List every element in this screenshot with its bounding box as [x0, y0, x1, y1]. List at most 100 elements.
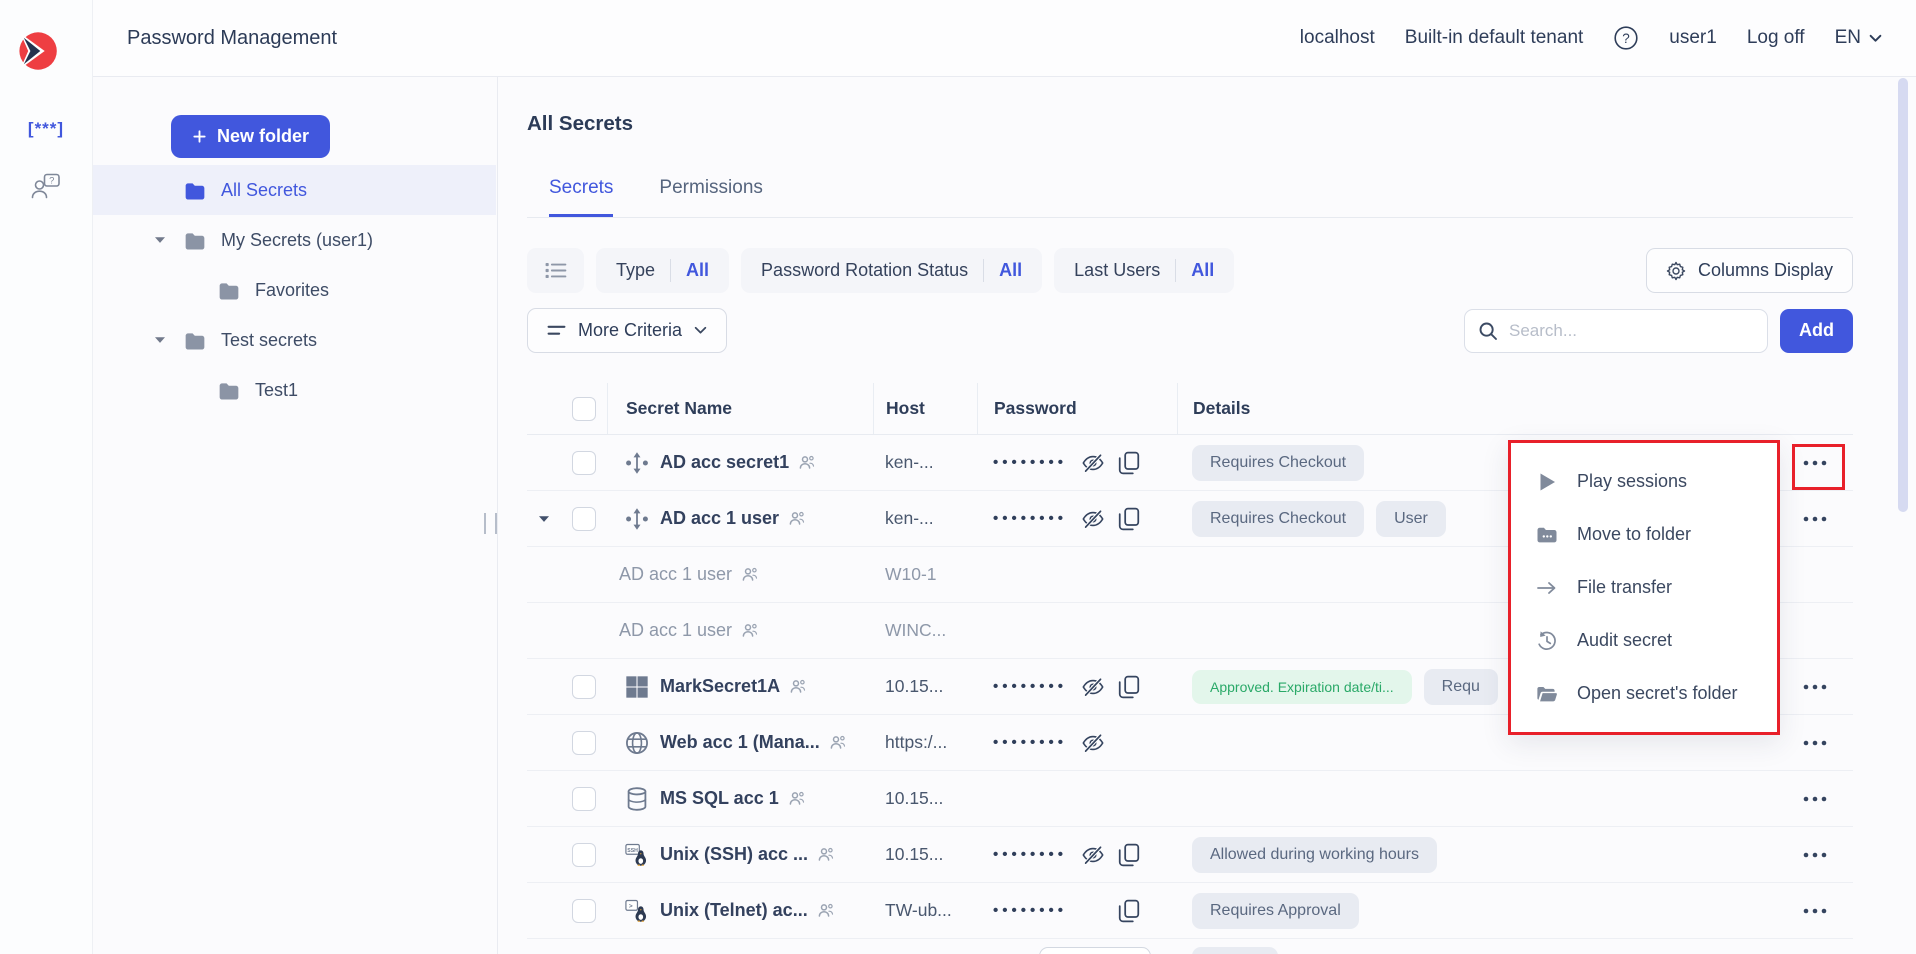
secret-name-cell: AD acc 1 user [607, 620, 873, 641]
add-button[interactable]: Add [1780, 309, 1853, 353]
password-management-app: [***]? Password Management localhost Bui… [0, 0, 1916, 954]
column-header-password[interactable]: Password [977, 383, 1177, 434]
row-checkbox[interactable] [572, 787, 596, 811]
row-checkbox[interactable] [572, 899, 596, 923]
row-actions-button[interactable] [1793, 835, 1837, 875]
table-row-ms-sql-acc-1[interactable]: MS SQL acc 110.15... [527, 771, 1853, 827]
search-input[interactable] [1464, 309, 1768, 353]
actions-cell [1765, 779, 1853, 819]
detail-chip: Approved. Expiration date/ti... [1192, 670, 1412, 704]
select-all-checkbox[interactable] [572, 397, 596, 421]
copy-password-icon[interactable] [1117, 674, 1143, 700]
context-menu-label: Open secret's folder [1577, 683, 1738, 704]
folder-icon [184, 330, 208, 350]
table-row-unix-telnet-ac[interactable]: >Unix (Telnet) ac...TW-ub...••••••••Requ… [527, 883, 1853, 939]
new-folder-label: New folder [217, 126, 309, 147]
username-label[interactable]: user1 [1669, 27, 1717, 49]
secret-name: Web acc 1 (Mana... [660, 732, 820, 753]
row-checkbox[interactable] [572, 507, 596, 531]
password-management-icon[interactable]: [***] [24, 112, 68, 146]
columns-display-button[interactable]: Columns Display [1646, 248, 1853, 293]
vertical-scrollbar[interactable] [1898, 78, 1908, 512]
tab-permissions[interactable]: Permissions [659, 162, 762, 217]
reveal-password-icon[interactable] [1081, 730, 1107, 756]
list-icon [544, 261, 567, 280]
copy-password-icon[interactable] [1117, 450, 1143, 476]
copy-password-icon[interactable] [1117, 898, 1143, 924]
password-cell: •••••••• [977, 898, 1177, 924]
ad-secret-icon [625, 451, 649, 475]
language-selector[interactable]: EN [1835, 27, 1882, 49]
detail-chip: User [1376, 501, 1446, 537]
row-checkbox[interactable] [572, 451, 596, 475]
user-help-icon[interactable]: ? [24, 170, 68, 204]
page-title: All Secrets [527, 112, 633, 136]
secret-name: Unix (SSH) acc ... [660, 844, 808, 865]
left-rail: [***]? [0, 0, 93, 954]
filter-type[interactable]: TypeAll [596, 248, 729, 293]
column-header-secret-name[interactable]: Secret Name [607, 383, 873, 434]
open-folder-icon [1535, 682, 1559, 706]
caret-down-icon[interactable] [154, 236, 184, 244]
sidebar-resize-handle[interactable] [484, 513, 497, 534]
context-menu-item-audit-secret[interactable]: Audit secret [1511, 614, 1777, 667]
filter-last-users[interactable]: Last UsersAll [1054, 248, 1234, 293]
row-actions-button[interactable] [1793, 723, 1837, 763]
new-folder-button[interactable]: New folder [171, 115, 330, 158]
secret-name: MarkSecret1A [660, 676, 780, 697]
row-actions-button[interactable] [1793, 499, 1837, 539]
audit-icon [1535, 629, 1559, 653]
sidebar-folder-test1[interactable]: Test1 [92, 365, 496, 415]
copy-password-icon[interactable] [1117, 506, 1143, 532]
more-criteria-button[interactable]: More Criteria [527, 308, 727, 353]
password-mask: •••••••• [993, 510, 1067, 527]
context-menu-item-file-transfer[interactable]: File transfer [1511, 561, 1777, 614]
app-logo-icon[interactable] [15, 29, 59, 73]
help-icon[interactable]: ? [1613, 25, 1639, 51]
filter-password-rotation-status[interactable]: Password Rotation StatusAll [741, 248, 1042, 293]
row-actions-button[interactable] [1793, 891, 1837, 931]
sidebar-folder-favorites[interactable]: Favorites [92, 265, 496, 315]
column-header-host[interactable]: Host [873, 383, 977, 434]
column-header-details[interactable]: Details [1177, 383, 1765, 434]
context-menu-item-open-secret-s-folder[interactable]: Open secret's folder [1511, 667, 1777, 720]
detail-chip: Requires Checkout [1192, 445, 1364, 481]
caret-down-icon[interactable] [154, 336, 184, 344]
folder-label: Test1 [255, 380, 298, 401]
filter-label: Type [616, 260, 655, 281]
sidebar-folder-test-secrets[interactable]: Test secrets [92, 315, 496, 365]
host-cell: W10-1 [873, 564, 977, 585]
secret-name: AD acc secret1 [660, 452, 789, 473]
row-checkbox[interactable] [572, 675, 596, 699]
database-icon [625, 787, 649, 811]
tab-secrets[interactable]: Secrets [549, 162, 613, 217]
table-row-unix-ssh-acc[interactable]: SSHUnix (SSH) acc ...10.15...••••••••All… [527, 827, 1853, 883]
svg-text:>: > [629, 903, 633, 910]
host-cell: WINC... [873, 620, 977, 641]
row-actions-button[interactable] [1793, 667, 1837, 707]
copy-password-icon[interactable] [1117, 842, 1143, 868]
row-checkbox[interactable] [572, 843, 596, 867]
row-caret-down-icon[interactable] [527, 515, 561, 523]
reveal-password-icon[interactable] [1081, 506, 1107, 532]
folder-icon [218, 380, 242, 400]
sidebar-folder-my-secrets-user1[interactable]: My Secrets (user1) [92, 215, 496, 265]
row-checkbox[interactable] [572, 731, 596, 755]
row-actions-button[interactable] [1793, 779, 1837, 819]
sidebar-folder-all-secrets[interactable]: All Secrets [92, 165, 496, 215]
search-box [1464, 309, 1768, 353]
filter-icon [547, 324, 566, 337]
folder-label: Test secrets [221, 330, 317, 351]
folder-sidebar: New folder All SecretsMy Secrets (user1)… [92, 76, 498, 954]
shared-account-icon [799, 455, 815, 470]
shared-account-icon [742, 623, 758, 638]
partial-chip [1192, 947, 1278, 954]
context-menu-item-play-sessions[interactable]: Play sessions [1511, 455, 1777, 508]
reveal-password-icon[interactable] [1081, 450, 1107, 476]
logoff-link[interactable]: Log off [1747, 27, 1805, 49]
list-view-button[interactable] [527, 248, 584, 293]
reveal-password-icon[interactable] [1081, 674, 1107, 700]
password-mask: •••••••• [993, 902, 1067, 919]
context-menu-item-move-to-folder[interactable]: Move to folder [1511, 508, 1777, 561]
reveal-password-icon[interactable] [1081, 842, 1107, 868]
